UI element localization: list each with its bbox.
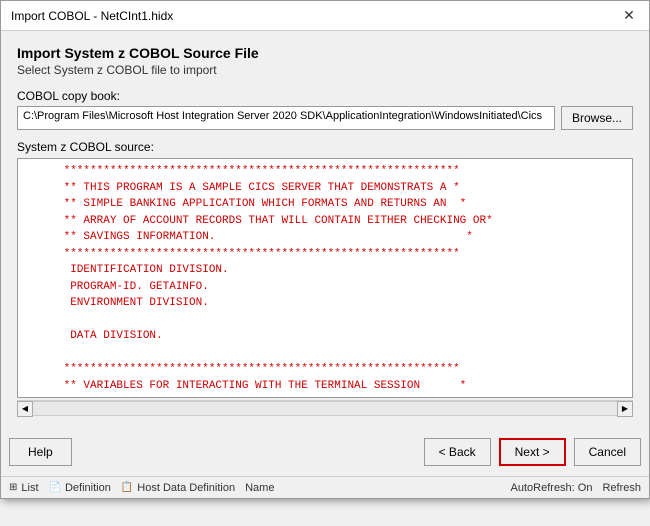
definition-label: Definition	[65, 482, 111, 494]
back-button[interactable]: < Back	[424, 438, 491, 466]
button-row: Help < Back Next > Cancel	[1, 426, 649, 476]
cobol-copybook-group: COBOL copy book: C:\Program Files\Micros…	[17, 89, 633, 130]
dialog-title: Import COBOL - NetCInt1.hidx	[11, 9, 173, 23]
browse-button[interactable]: Browse...	[561, 106, 633, 130]
dialog-main-title: Import System z COBOL Source File	[17, 45, 633, 61]
list-label: List	[21, 482, 38, 494]
status-name-item: Name	[245, 482, 274, 494]
source-code-area[interactable]: ****************************************…	[17, 158, 633, 398]
definition-icon: 📄	[49, 482, 61, 493]
status-definition-item: 📄 Definition	[49, 482, 111, 494]
scroll-left-arrow[interactable]: ◀	[17, 401, 33, 417]
scroll-track[interactable]	[33, 401, 617, 416]
name-label: Name	[245, 482, 274, 494]
host-data-label: Host Data Definition	[137, 482, 235, 494]
dialog-window: Import COBOL - NetCInt1.hidx ✕ Import Sy…	[0, 0, 650, 499]
status-bar: ⊞ List 📄 Definition 📋 Host Data Definiti…	[1, 476, 649, 498]
file-path-display: C:\Program Files\Microsoft Host Integrat…	[17, 106, 555, 130]
file-path-row: C:\Program Files\Microsoft Host Integrat…	[17, 106, 633, 130]
source-code-scroll[interactable]: ****************************************…	[18, 159, 632, 398]
help-button[interactable]: Help	[9, 438, 72, 466]
source-code-content: ****************************************…	[18, 159, 632, 398]
list-icon: ⊞	[9, 482, 17, 493]
cancel-button[interactable]: Cancel	[574, 438, 641, 466]
dialog-header: Import System z COBOL Source File Select…	[17, 45, 633, 77]
scroll-right-arrow[interactable]: ▶	[617, 401, 633, 417]
status-list-item: ⊞ List	[9, 482, 39, 494]
close-button[interactable]: ✕	[619, 6, 639, 26]
horizontal-scrollbar: ◀ ▶	[17, 400, 633, 416]
title-bar: Import COBOL - NetCInt1.hidx ✕	[1, 1, 649, 31]
cobol-copybook-label: COBOL copy book:	[17, 89, 633, 103]
dialog-content: Import System z COBOL Source File Select…	[1, 31, 649, 426]
source-label: System z COBOL source:	[17, 140, 633, 154]
status-autorefresh-item: AutoRefresh: On	[511, 482, 593, 494]
status-refresh-item[interactable]: Refresh	[602, 482, 641, 494]
status-host-data-item: 📋 Host Data Definition	[121, 482, 235, 494]
autorefresh-label: AutoRefresh: On	[511, 482, 593, 494]
dialog-subtitle: Select System z COBOL file to import	[17, 63, 633, 77]
host-data-icon: 📋	[121, 482, 133, 493]
refresh-label[interactable]: Refresh	[602, 482, 641, 494]
next-button[interactable]: Next >	[499, 438, 566, 466]
